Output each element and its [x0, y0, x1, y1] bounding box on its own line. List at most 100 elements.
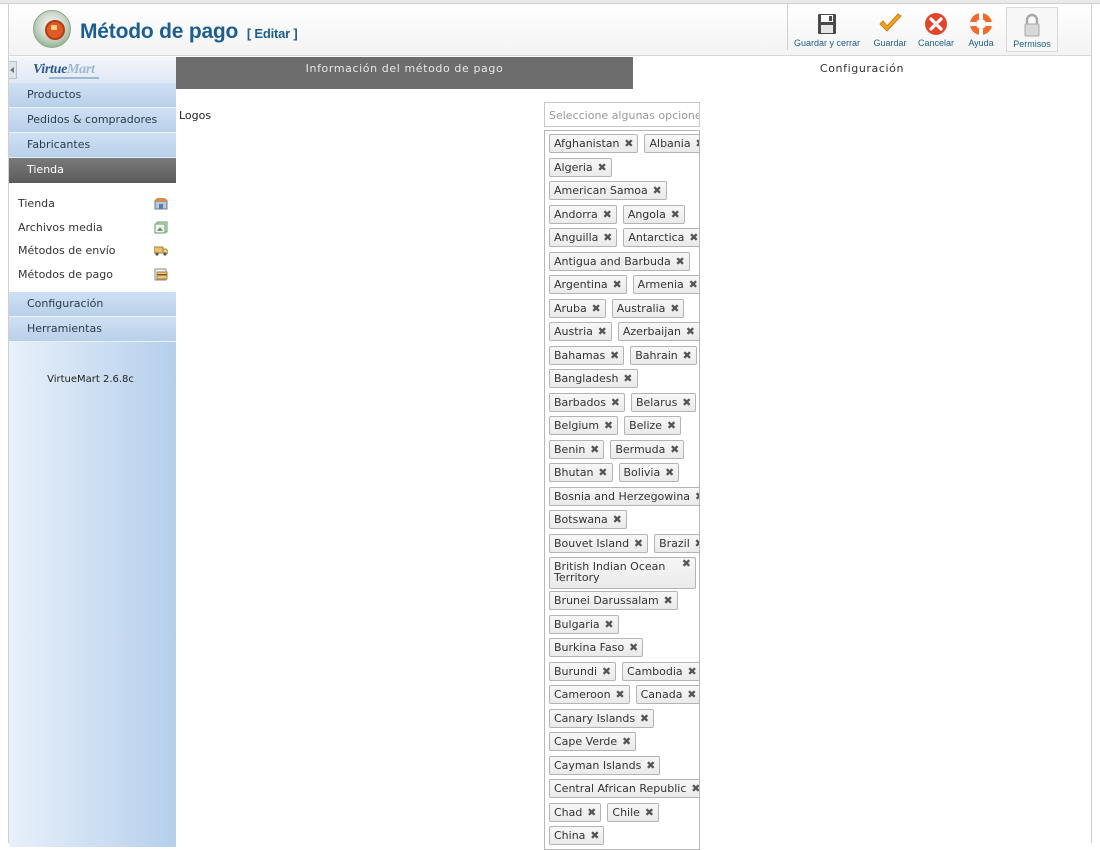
remove-choice-icon[interactable]: ✖ — [665, 464, 674, 481]
save-button[interactable]: Guardar — [867, 7, 913, 53]
remove-choice-icon[interactable]: ✖ — [629, 639, 638, 656]
sidebar-logo-row: VirtueMart — [9, 57, 176, 83]
remove-choice-icon[interactable]: ✖ — [603, 229, 612, 246]
choice-row: Burkina Faso ✖ — [548, 637, 696, 661]
menu-pedidos-compradores[interactable]: Pedidos & compradores — [9, 108, 176, 133]
version-text: VirtueMart 2.6.8c — [47, 374, 134, 385]
payment-method-icon — [33, 10, 71, 48]
toolbar: Guardar y cerrar Guardar Cancelar Ayuda … — [787, 7, 1058, 53]
remove-choice-icon[interactable]: ✖ — [646, 757, 655, 774]
save-and-close-button[interactable]: Guardar y cerrar — [787, 7, 867, 53]
remove-choice-icon[interactable]: ✖ — [687, 686, 696, 703]
selected-country-label: Aruba — [554, 301, 587, 315]
selected-country-chip: Chad ✖ — [549, 802, 602, 822]
countries-search-input[interactable]: Seleccione algunas opciones — [544, 102, 700, 127]
choice-row: Chad ✖ Chile ✖ — [548, 802, 696, 826]
submenu-item-archivos-media[interactable]: Archivos media — [9, 216, 176, 240]
remove-choice-icon[interactable]: ✖ — [598, 464, 607, 481]
remove-choice-icon[interactable]: ✖ — [634, 535, 643, 552]
remove-choice-icon[interactable]: ✖ — [602, 663, 611, 680]
submenu-item-metodos-pago[interactable]: Métodos de pago — [9, 263, 176, 287]
remove-choice-icon[interactable]: ✖ — [667, 417, 676, 434]
tab-configuracion[interactable]: Configuración — [633, 57, 1091, 89]
choice-row: Austria ✖ Azerbaijan ✖ — [548, 321, 699, 345]
remove-choice-icon[interactable]: ✖ — [671, 206, 680, 223]
save-disk-icon — [818, 14, 836, 34]
tab-informacion-metodo-pago[interactable]: Información del método de pago — [176, 57, 633, 89]
permissions-button[interactable]: Permisos — [1006, 7, 1058, 52]
remove-choice-icon[interactable]: ✖ — [640, 710, 649, 727]
remove-choice-icon[interactable]: ✖ — [590, 441, 599, 458]
remove-choice-icon[interactable]: ✖ — [689, 276, 698, 293]
choice-row: Algeria ✖ — [548, 157, 696, 181]
remove-choice-icon[interactable]: ✖ — [695, 488, 699, 505]
menu-herramientas[interactable]: Herramientas — [9, 317, 176, 342]
selected-country-label: Belgium — [554, 419, 600, 432]
selected-country-label: Bhutan — [554, 466, 594, 479]
remove-choice-icon[interactable]: ✖ — [613, 511, 622, 528]
remove-choice-icon[interactable]: ✖ — [610, 347, 619, 364]
remove-choice-icon[interactable]: ✖ — [622, 733, 631, 750]
remove-choice-icon[interactable]: ✖ — [590, 827, 599, 844]
selected-country-chip: China ✖ — [549, 826, 605, 845]
sidebar-collapse-toggle[interactable] — [9, 61, 17, 79]
choice-row: Afghanistan ✖ Albania ✖ — [548, 133, 699, 157]
remove-choice-icon[interactable]: ✖ — [695, 135, 699, 152]
remove-choice-icon[interactable]: ✖ — [686, 323, 695, 340]
remove-choice-icon[interactable]: ✖ — [683, 347, 692, 364]
remove-choice-icon[interactable]: ✖ — [598, 323, 607, 340]
selected-country-chip: Aruba ✖ — [549, 298, 606, 318]
choice-row: Bulgaria ✖ — [548, 614, 696, 638]
remove-choice-icon[interactable]: ✖ — [691, 780, 699, 797]
choice-row: Antigua and Barbuda ✖ — [548, 251, 696, 275]
help-label: Ayuda — [968, 38, 994, 48]
selected-country-label: Afghanistan — [554, 137, 620, 150]
menu-productos[interactable]: Productos — [9, 83, 176, 108]
remove-choice-icon[interactable]: ✖ — [604, 616, 613, 633]
selected-country-chip: Burkina Faso ✖ — [549, 638, 644, 657]
page-title-text: Método de pago — [80, 20, 239, 43]
submenu-label: Métodos de envío — [18, 244, 116, 257]
remove-choice-icon[interactable]: ✖ — [592, 300, 601, 317]
remove-choice-icon[interactable]: ✖ — [603, 206, 612, 223]
remove-choice-icon[interactable]: ✖ — [612, 276, 621, 293]
remove-choice-icon[interactable]: ✖ — [611, 394, 620, 411]
remove-choice-icon[interactable]: ✖ — [670, 300, 679, 317]
remove-choice-icon[interactable]: ✖ — [682, 394, 691, 411]
remove-choice-icon[interactable]: ✖ — [676, 253, 685, 270]
remove-choice-icon[interactable]: ✖ — [695, 535, 699, 552]
selected-country-chip: Bahrain ✖ — [630, 345, 697, 365]
cancel-button[interactable]: Cancelar — [913, 7, 959, 53]
remove-choice-icon[interactable]: ✖ — [670, 441, 679, 458]
menu-tienda[interactable]: Tienda — [9, 158, 176, 183]
selected-country-label: Brazil — [659, 536, 690, 550]
remove-choice-icon[interactable]: ✖ — [597, 159, 606, 176]
selected-country-chip: Antarctica ✖ — [623, 228, 699, 247]
submenu-item-metodos-envio[interactable]: Métodos de envío — [9, 239, 176, 263]
selected-country-label: Burundi — [554, 664, 598, 678]
selected-country-label: Bahrain — [635, 348, 678, 362]
choice-row: Barbados ✖ Belarus ✖ — [548, 392, 697, 416]
virtuemart-logo[interactable]: VirtueMart — [33, 62, 95, 78]
remove-choice-icon[interactable]: ✖ — [682, 558, 691, 569]
submenu-item-tienda[interactable]: Tienda — [9, 192, 176, 216]
selected-country-chip: Bouvet Island ✖ — [549, 533, 649, 553]
remove-choice-icon[interactable]: ✖ — [587, 804, 596, 821]
choice-row: Bosnia and Herzegowina ✖ — [548, 486, 699, 510]
selected-country-chip: Cayman Islands ✖ — [549, 755, 661, 775]
remove-choice-icon[interactable]: ✖ — [687, 663, 696, 680]
remove-choice-icon[interactable]: ✖ — [615, 686, 624, 703]
menu-fabricantes[interactable]: Fabricantes — [9, 133, 176, 158]
selected-country-chip: Albania ✖ — [644, 134, 699, 153]
remove-choice-icon[interactable]: ✖ — [645, 804, 654, 821]
remove-choice-icon[interactable]: ✖ — [623, 370, 632, 387]
remove-choice-icon[interactable]: ✖ — [689, 229, 698, 246]
remove-choice-icon[interactable]: ✖ — [604, 417, 613, 434]
help-button[interactable]: Ayuda — [959, 7, 1003, 53]
selected-country-label: Cameroon — [554, 688, 611, 701]
menu-configuracion[interactable]: Configuración — [9, 292, 176, 317]
selected-country-chip: Afghanistan ✖ — [549, 134, 639, 153]
remove-choice-icon[interactable]: ✖ — [653, 182, 662, 199]
remove-choice-icon[interactable]: ✖ — [624, 135, 633, 152]
remove-choice-icon[interactable]: ✖ — [664, 592, 673, 609]
